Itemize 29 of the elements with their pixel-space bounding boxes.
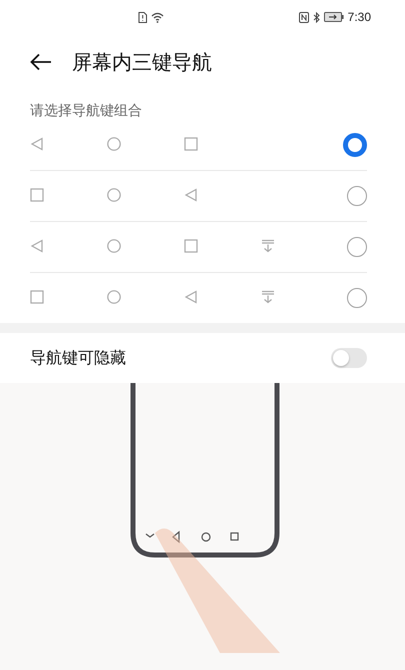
radio-button[interactable] (347, 237, 367, 257)
radio-button[interactable] (347, 186, 367, 206)
hide-key-icon (261, 238, 275, 252)
toggle-switch[interactable] (331, 348, 367, 368)
page-title: 屏幕内三键导航 (72, 48, 212, 76)
back-key-icon (30, 136, 44, 150)
bluetooth-icon (312, 12, 320, 22)
home-key-icon (107, 290, 121, 304)
back-arrow-icon[interactable] (30, 53, 52, 71)
recent-key-icon (30, 188, 44, 202)
sim-card-icon (138, 12, 147, 22)
back-key-icon (184, 188, 198, 202)
radio-button[interactable] (343, 133, 367, 157)
status-time: 7:30 (348, 10, 371, 24)
hide-key-icon (261, 290, 275, 304)
battery-icon (324, 12, 344, 22)
radio-button[interactable] (347, 288, 367, 308)
section-label: 请选择导航键组合 (30, 102, 142, 120)
back-key-icon (184, 290, 198, 304)
toggle-label: 导航键可隐藏 (30, 348, 126, 368)
home-key-icon (107, 188, 121, 202)
recent-key-icon (30, 290, 44, 304)
wifi-icon (151, 12, 164, 22)
recent-key-icon (184, 136, 198, 150)
back-key-icon (30, 238, 44, 252)
home-key-icon (107, 238, 121, 252)
home-key-icon (107, 136, 121, 150)
recent-key-icon (184, 238, 198, 252)
nfc-icon (298, 12, 309, 22)
